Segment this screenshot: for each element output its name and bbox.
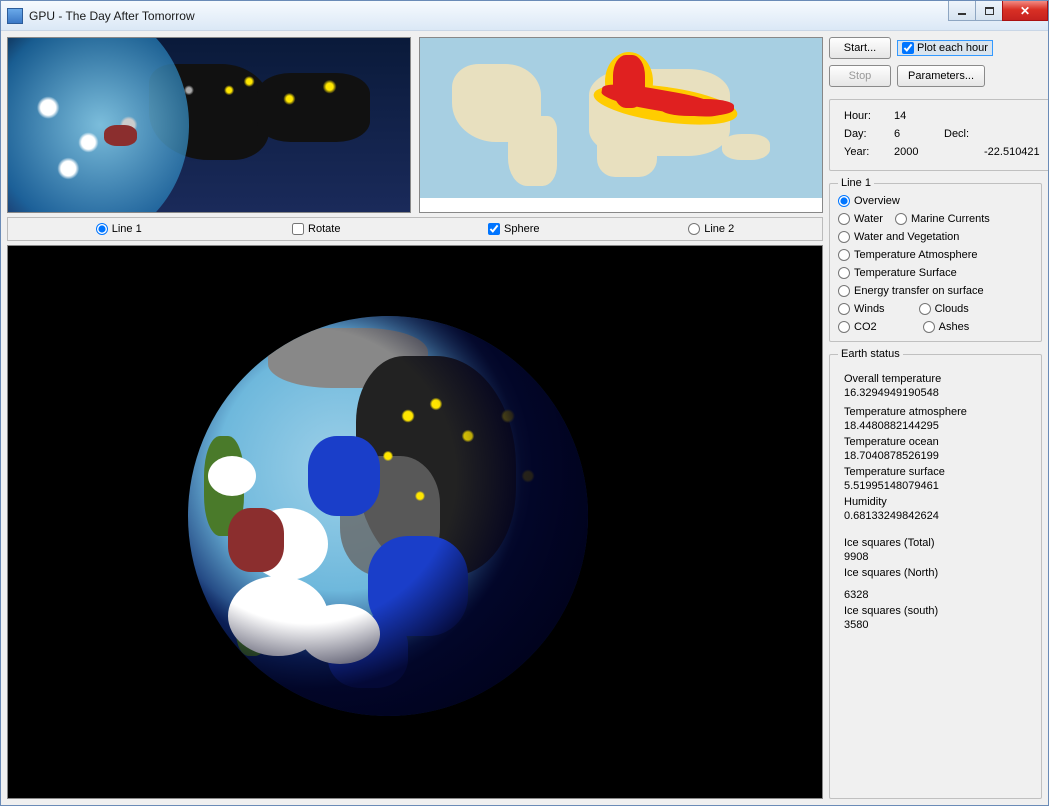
line1-group: Line 1 Overview Water Marine Currents Wa… bbox=[829, 177, 1042, 342]
radio-temp-surface[interactable]: Temperature Surface bbox=[838, 267, 1033, 279]
view-line2-label: Line 2 bbox=[704, 223, 734, 235]
radio-clouds[interactable]: Clouds bbox=[919, 303, 969, 315]
day-value: 6 bbox=[894, 128, 944, 140]
ice-total-value: 9908 bbox=[844, 551, 1027, 563]
overall-temp-label: Overall temperature bbox=[844, 373, 1027, 385]
temp-ocean-label: Temperature ocean bbox=[844, 436, 1027, 448]
view-sphere-check[interactable]: Sphere bbox=[415, 223, 613, 235]
temp-surface-value: 5.51995148079461 bbox=[844, 480, 1027, 492]
view-options-bar: Line 1 Rotate Sphere Line 2 bbox=[7, 217, 823, 241]
day-label: Day: bbox=[844, 128, 894, 140]
temp-ocean-value: 18.7040878526199 bbox=[844, 450, 1027, 462]
control-row-1: Start... Plot each hour bbox=[829, 37, 1042, 59]
start-button[interactable]: Start... bbox=[829, 37, 891, 59]
radio-temp-atmosphere[interactable]: Temperature Atmosphere bbox=[838, 249, 1033, 261]
preview-maps-row bbox=[7, 37, 823, 213]
decl-value: -22.510421 bbox=[984, 146, 1040, 158]
ice-north-value: 6328 bbox=[844, 589, 1027, 601]
radio-water-vegetation[interactable]: Water and Vegetation bbox=[838, 231, 1033, 243]
control-row-2: Stop Parameters... bbox=[829, 65, 1042, 87]
year-value: 2000 bbox=[894, 146, 944, 158]
parameters-button[interactable]: Parameters... bbox=[897, 65, 985, 87]
minimize-button[interactable] bbox=[948, 1, 976, 21]
view-rotate-check[interactable]: Rotate bbox=[218, 223, 416, 235]
radio-marine-currents[interactable]: Marine Currents bbox=[895, 213, 990, 225]
ice-north-label: Ice squares (North) bbox=[844, 567, 1027, 579]
ice-south-label: Ice squares (south) bbox=[844, 605, 1027, 617]
hour-label: Hour: bbox=[844, 110, 894, 122]
ice-south-value: 3580 bbox=[844, 619, 1027, 631]
view-rotate-label: Rotate bbox=[308, 223, 340, 235]
radio-water[interactable]: Water bbox=[838, 213, 883, 225]
stop-button[interactable]: Stop bbox=[829, 65, 891, 87]
line1-legend: Line 1 bbox=[838, 177, 874, 189]
view-line1-label: Line 1 bbox=[112, 223, 142, 235]
radio-overview[interactable]: Overview bbox=[838, 195, 1033, 207]
earth-status-legend: Earth status bbox=[838, 348, 903, 360]
radio-winds[interactable]: Winds bbox=[838, 303, 885, 315]
humidity-value: 0.68133249842624 bbox=[844, 510, 1027, 522]
year-label: Year: bbox=[844, 146, 894, 158]
sidebar: Start... Plot each hour Stop Parameters.… bbox=[829, 37, 1042, 799]
map-line1-preview[interactable] bbox=[7, 37, 411, 213]
ice-total-label: Ice squares (Total) bbox=[844, 537, 1027, 549]
view-line2-radio[interactable]: Line 2 bbox=[613, 223, 811, 235]
time-panel: Hour: 14 Day: 6 Decl: Year: 2000 -22.510… bbox=[829, 99, 1048, 171]
plot-each-hour-check[interactable]: Plot each hour bbox=[897, 40, 993, 56]
radio-ashes[interactable]: Ashes bbox=[923, 321, 970, 333]
radio-co2[interactable]: CO2 bbox=[838, 321, 877, 333]
view-sphere-label: Sphere bbox=[504, 223, 539, 235]
app-icon bbox=[7, 8, 23, 24]
globe-sphere bbox=[188, 316, 588, 716]
window-title: GPU - The Day After Tomorrow bbox=[29, 9, 195, 23]
maximize-button[interactable] bbox=[975, 1, 1003, 21]
app-window: GPU - The Day After Tomorrow ✕ bbox=[0, 0, 1049, 806]
map-line2-preview[interactable] bbox=[419, 37, 823, 213]
radio-energy-transfer[interactable]: Energy transfer on surface bbox=[838, 285, 1033, 297]
hour-value: 14 bbox=[894, 110, 944, 122]
humidity-label: Humidity bbox=[844, 496, 1027, 508]
temp-atm-value: 18.4480882144295 bbox=[844, 420, 1027, 432]
temp-surface-label: Temperature surface bbox=[844, 466, 1027, 478]
window-controls: ✕ bbox=[948, 1, 1048, 21]
temp-atm-label: Temperature atmosphere bbox=[844, 406, 1027, 418]
plot-each-hour-label: Plot each hour bbox=[917, 42, 988, 54]
titlebar[interactable]: GPU - The Day After Tomorrow ✕ bbox=[1, 1, 1048, 31]
globe-viewport[interactable] bbox=[7, 245, 823, 799]
decl-label: Decl: bbox=[944, 128, 984, 140]
view-line1-radio[interactable]: Line 1 bbox=[20, 223, 218, 235]
overall-temp-value: 16.3294949190548 bbox=[844, 387, 1027, 399]
earth-status-group: Earth status Overall temperature 16.3294… bbox=[829, 348, 1042, 799]
close-button[interactable]: ✕ bbox=[1002, 1, 1048, 21]
client-area: Line 1 Rotate Sphere Line 2 bbox=[1, 31, 1048, 805]
